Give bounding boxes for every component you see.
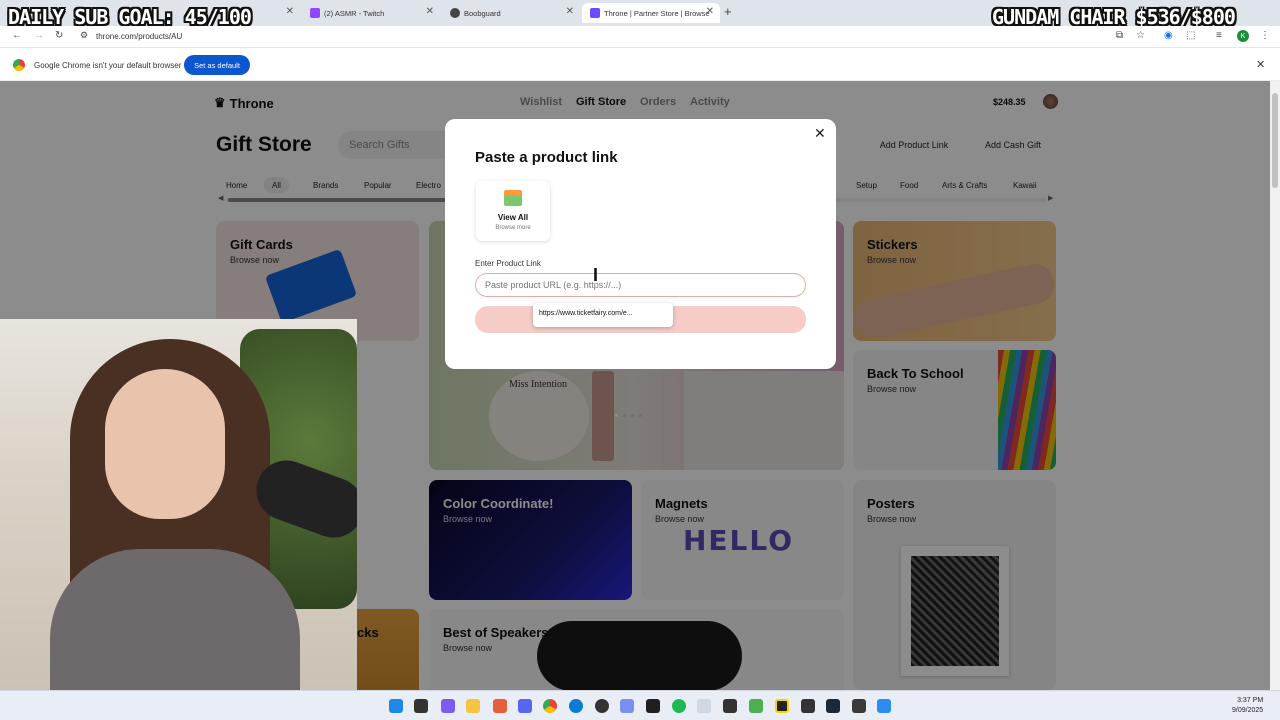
forward-icon[interactable]: →	[34, 30, 44, 41]
app-icon-8[interactable]	[877, 699, 891, 713]
paste-product-link-modal: ✕ Paste a product link View All Browse m…	[445, 119, 836, 369]
boobguard-icon	[450, 8, 460, 18]
screen: ✕ (2) ASMR - Twitch ✕ Boobguard ✕ Throne…	[0, 0, 1280, 720]
tab-label: (2) ASMR - Twitch	[324, 8, 385, 18]
chrome-icon	[13, 59, 25, 71]
copilot-icon[interactable]	[441, 699, 455, 713]
tab-twitch[interactable]: (2) ASMR - Twitch ✕	[302, 3, 440, 23]
back-icon[interactable]: ←	[12, 30, 22, 41]
twitch-icon	[310, 8, 320, 18]
page-scroll-thumb[interactable]	[1272, 93, 1278, 188]
text-cursor-icon: I	[593, 265, 599, 285]
brave-icon[interactable]	[493, 699, 507, 713]
view-all-button[interactable]: View All Browse more	[476, 181, 550, 241]
app-icon-5[interactable]	[801, 699, 815, 713]
spotify-icon[interactable]	[672, 699, 686, 713]
close-icon[interactable]: ✕	[814, 125, 826, 142]
obs-icon[interactable]	[595, 699, 609, 713]
notepad-icon[interactable]	[749, 699, 763, 713]
app-icon-4[interactable]	[775, 699, 789, 713]
system-clock[interactable]: 3:37 PM 9/09/2025	[1232, 696, 1263, 716]
set-as-default-button[interactable]: Set as default	[184, 55, 250, 75]
bookmark-star-icon[interactable]: ☆	[1136, 30, 1145, 41]
product-url-input[interactable]	[475, 273, 806, 297]
view-all-subtitle: Browse more	[495, 225, 531, 231]
terminal-icon[interactable]	[646, 699, 660, 713]
profile-avatar[interactable]: K	[1237, 30, 1249, 42]
page-scrollbar[interactable]	[1270, 81, 1280, 690]
menu-icon[interactable]: ⋮	[1260, 30, 1270, 41]
tab-boobguard[interactable]: Boobguard ✕	[442, 3, 580, 23]
streamer-face	[105, 369, 225, 519]
chrome-taskbar-icon[interactable]	[543, 699, 557, 713]
throne-tab-icon	[590, 8, 600, 18]
close-tab-icon[interactable]: ✕	[706, 6, 714, 17]
close-tab-icon[interactable]: ✕	[286, 6, 294, 17]
clock-date: 9/09/2025	[1232, 707, 1264, 714]
clock-time: 3:37 PM	[1237, 697, 1264, 704]
autocomplete-suggestion[interactable]: https://www.ticketfairy.com/e...	[533, 303, 673, 327]
close-icon[interactable]: ✕	[1256, 58, 1265, 71]
start-icon[interactable]	[389, 699, 403, 713]
site-info-icon[interactable]: ⚙	[80, 30, 88, 41]
extensions-puzzle-icon[interactable]: ⬚	[1186, 30, 1195, 41]
modal-title: Paste a product link	[475, 149, 618, 166]
file-explorer-icon[interactable]	[466, 699, 480, 713]
extension-icon[interactable]: ◉	[1164, 30, 1173, 41]
close-tab-icon[interactable]: ✕	[426, 6, 434, 17]
edge-icon[interactable]	[569, 699, 583, 713]
windows-taskbar: 3:37 PM 9/09/2025	[0, 690, 1280, 720]
app-icon-2[interactable]	[697, 699, 711, 713]
task-view-icon[interactable]	[414, 699, 428, 713]
view-all-title: View All	[497, 213, 529, 222]
reading-list-icon[interactable]: ≡	[1216, 30, 1222, 41]
input-label: Enter Product Link	[475, 259, 541, 268]
address-bar: ← → ↻ ⚙ throne.com/products/AU ⧉ ☆ ◉ ⬚ ≡…	[0, 26, 1280, 48]
infobar-message: Google Chrome isn't your default browser	[34, 61, 182, 70]
store-icon	[504, 190, 522, 206]
close-tab-icon[interactable]: ✕	[566, 6, 574, 17]
tab-throne[interactable]: Throne | Partner Store | Browse ✕	[582, 3, 720, 23]
url-field[interactable]: throne.com/products/AU	[96, 32, 182, 41]
discord-icon[interactable]	[518, 699, 532, 713]
new-tab-icon[interactable]: +	[724, 4, 732, 19]
install-icon[interactable]: ⧉	[1116, 30, 1123, 41]
tab-label: Boobguard	[464, 8, 501, 18]
webcam-overlay	[0, 319, 357, 720]
app-icon-3[interactable]	[723, 699, 737, 713]
app-icon-7[interactable]	[852, 699, 866, 713]
app-icon-6[interactable]	[826, 699, 840, 713]
default-browser-infobar: Google Chrome isn't your default browser…	[0, 49, 1280, 81]
app-icon[interactable]	[620, 699, 634, 713]
reload-icon[interactable]: ↻	[55, 30, 63, 41]
tab-label: Throne | Partner Store | Browse	[604, 8, 710, 18]
